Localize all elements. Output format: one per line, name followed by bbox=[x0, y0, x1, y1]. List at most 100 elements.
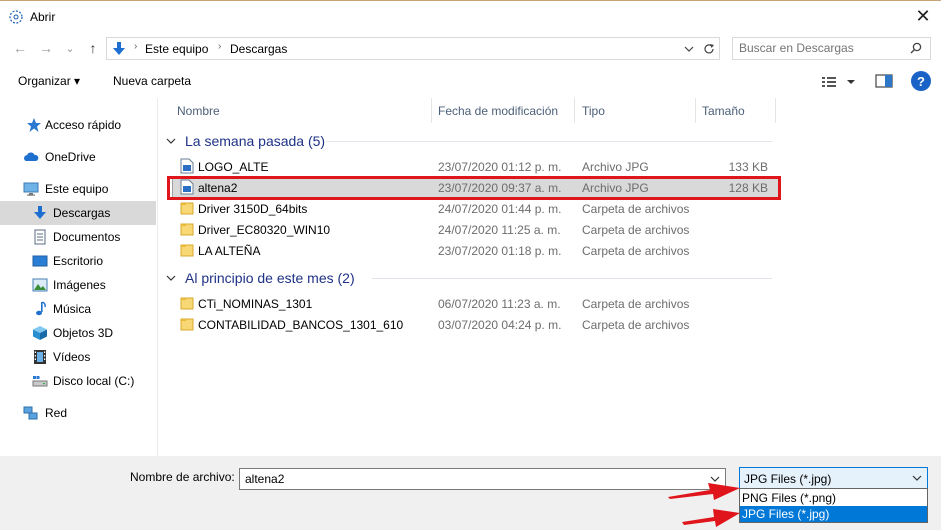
group-header[interactable]: Al principio de este mes (2) bbox=[164, 268, 355, 288]
column-divider[interactable] bbox=[574, 98, 575, 123]
file-name: CTi_NOMINAS_1301 bbox=[198, 297, 313, 311]
chevron-down-icon bbox=[684, 46, 694, 52]
file-type: Archivo JPG bbox=[582, 160, 649, 174]
sidebar-item-label: Escritorio bbox=[53, 254, 104, 268]
breadcrumb-este-equipo[interactable]: Este equipo bbox=[145, 42, 208, 56]
chevron-down-icon bbox=[847, 80, 855, 84]
search-box[interactable] bbox=[732, 37, 931, 60]
file-name: LA ALTEÑA bbox=[198, 244, 261, 258]
details-view-icon bbox=[822, 77, 836, 87]
sidebar-item-red[interactable]: Red bbox=[0, 401, 156, 425]
file-type: Carpeta de archivos bbox=[582, 223, 690, 237]
sidebar-item-descargas[interactable]: Descargas bbox=[0, 201, 156, 225]
column-header-date[interactable]: Fecha de modificación bbox=[438, 98, 558, 123]
sidebar-item-acceso-rapido[interactable]: Acceso rápido bbox=[0, 113, 156, 137]
sidebar-item-objetos-3d[interactable]: Objetos 3D bbox=[0, 321, 156, 345]
group-header[interactable]: La semana pasada (5) bbox=[164, 131, 325, 151]
organize-button[interactable]: Organizar ▾ bbox=[18, 74, 80, 88]
view-options-button[interactable] bbox=[820, 73, 858, 91]
group-divider bbox=[326, 141, 772, 142]
annotation-arrow-icon bbox=[682, 509, 740, 527]
sidebar-item-label: Objetos 3D bbox=[53, 326, 114, 340]
filetype-option-png[interactable]: PNG Files (*.png) bbox=[740, 490, 927, 506]
folder-icon bbox=[180, 297, 194, 310]
column-header-type[interactable]: Tipo bbox=[582, 98, 605, 123]
sidebar-item-documentos[interactable]: Documentos bbox=[0, 225, 156, 249]
column-header-name[interactable]: Nombre bbox=[177, 98, 220, 123]
filename-input[interactable] bbox=[245, 472, 685, 486]
file-list: Nombre Fecha de modificación Tipo Tamaño… bbox=[160, 98, 941, 456]
filetype-dropdown-button[interactable] bbox=[911, 471, 923, 485]
close-button[interactable]: ✕ bbox=[905, 1, 941, 32]
filetype-select[interactable]: JPG Files (*.jpg) bbox=[739, 467, 928, 489]
refresh-button[interactable] bbox=[701, 40, 717, 57]
sidebar-item-onedrive[interactable]: OneDrive bbox=[0, 145, 156, 169]
folder-icon bbox=[180, 223, 194, 236]
file-name: CONTABILIDAD_BANCOS_1301_610 bbox=[198, 318, 404, 332]
table-row[interactable]: LOGO_ALTE 23/07/2020 01:12 p. m. Archivo… bbox=[172, 156, 780, 177]
preview-pane-button[interactable] bbox=[875, 73, 893, 89]
column-divider[interactable] bbox=[775, 98, 776, 123]
sidebar-item-label: Documentos bbox=[53, 230, 121, 244]
table-row[interactable]: LA ALTEÑA 23/07/2020 01:18 p. m. Carpeta… bbox=[172, 240, 780, 261]
up-button[interactable]: ↑ bbox=[83, 38, 103, 58]
document-icon bbox=[34, 229, 46, 245]
file-date: 24/07/2020 11:25 a. m. bbox=[438, 223, 561, 237]
sidebar-item-videos[interactable]: Vídeos bbox=[0, 345, 156, 369]
table-row[interactable]: CTi_NOMINAS_1301 06/07/2020 11:23 a. m. … bbox=[172, 293, 780, 314]
path-bar[interactable]: › Este equipo › Descargas bbox=[106, 37, 720, 60]
column-header-size[interactable]: Tamaño bbox=[702, 98, 745, 123]
command-bar: Organizar ▾ Nueva carpeta ? bbox=[0, 66, 941, 96]
file-type: Carpeta de archivos bbox=[582, 318, 690, 332]
cube-icon bbox=[33, 326, 47, 340]
forward-button[interactable]: → bbox=[36, 38, 56, 58]
window-title: Abrir bbox=[30, 10, 56, 24]
table-row[interactable]: Driver 3150D_64bits 24/07/2020 01:44 p. … bbox=[172, 198, 780, 219]
file-type: Carpeta de archivos bbox=[582, 244, 690, 258]
filetype-option-jpg[interactable]: JPG Files (*.jpg) bbox=[740, 506, 927, 522]
navigation-pane: Acceso rápido OneDrive Este equipo Desca… bbox=[0, 98, 158, 456]
sidebar-item-musica[interactable]: Música bbox=[0, 297, 156, 321]
download-icon bbox=[34, 206, 46, 219]
table-row[interactable]: CONTABILIDAD_BANCOS_1301_610 03/07/2020 … bbox=[172, 314, 780, 335]
title-bar: Abrir ✕ bbox=[0, 0, 941, 32]
group-title: Al principio de este mes (2) bbox=[185, 270, 355, 286]
sidebar-item-label: Acceso rápido bbox=[45, 118, 122, 132]
back-button[interactable]: ← bbox=[10, 38, 30, 58]
app-icon bbox=[9, 10, 23, 24]
folder-icon bbox=[180, 244, 194, 257]
video-icon bbox=[34, 350, 46, 364]
file-date: 24/07/2020 01:44 p. m. bbox=[438, 202, 562, 216]
sidebar-item-este-equipo[interactable]: Este equipo bbox=[0, 177, 156, 201]
refresh-icon bbox=[704, 43, 714, 53]
column-divider[interactable] bbox=[695, 98, 696, 123]
desktop-icon bbox=[32, 255, 48, 267]
new-folder-button[interactable]: Nueva carpeta bbox=[113, 74, 191, 88]
sidebar-item-label: Este equipo bbox=[45, 182, 109, 196]
file-name: Driver 3150D_64bits bbox=[198, 202, 308, 216]
breadcrumb-separator: › bbox=[218, 41, 222, 52]
sidebar-item-label: Disco local (C:) bbox=[53, 374, 135, 388]
image-file-icon bbox=[180, 158, 194, 174]
recent-locations-button[interactable]: ⌄ bbox=[60, 38, 80, 58]
chevron-down-icon bbox=[164, 273, 178, 284]
file-type: Carpeta de archivos bbox=[582, 202, 690, 216]
sidebar-item-label: Música bbox=[53, 302, 92, 316]
column-divider[interactable] bbox=[431, 98, 432, 123]
file-date: 03/07/2020 04:24 p. m. bbox=[438, 318, 562, 332]
search-input[interactable] bbox=[739, 41, 899, 55]
table-row[interactable]: Driver_EC80320_WIN10 24/07/2020 11:25 a.… bbox=[172, 219, 780, 240]
filename-combobox[interactable] bbox=[239, 468, 726, 490]
file-name: LOGO_ALTE bbox=[198, 160, 269, 174]
filename-label: Nombre de archivo: bbox=[130, 470, 235, 484]
path-history-dropdown[interactable] bbox=[681, 40, 697, 57]
filetype-selected-value: JPG Files (*.jpg) bbox=[744, 472, 832, 486]
sidebar-item-escritorio[interactable]: Escritorio bbox=[0, 249, 156, 273]
breadcrumb-descargas[interactable]: Descargas bbox=[230, 42, 287, 56]
highlight-annotation bbox=[167, 176, 781, 200]
help-button[interactable]: ? bbox=[911, 71, 931, 91]
sidebar-item-imagenes[interactable]: Imágenes bbox=[0, 273, 156, 297]
file-date: 23/07/2020 01:18 p. m. bbox=[438, 244, 562, 258]
sidebar-item-label: Vídeos bbox=[53, 350, 91, 364]
sidebar-item-disco-local[interactable]: Disco local (C:) bbox=[0, 369, 156, 393]
